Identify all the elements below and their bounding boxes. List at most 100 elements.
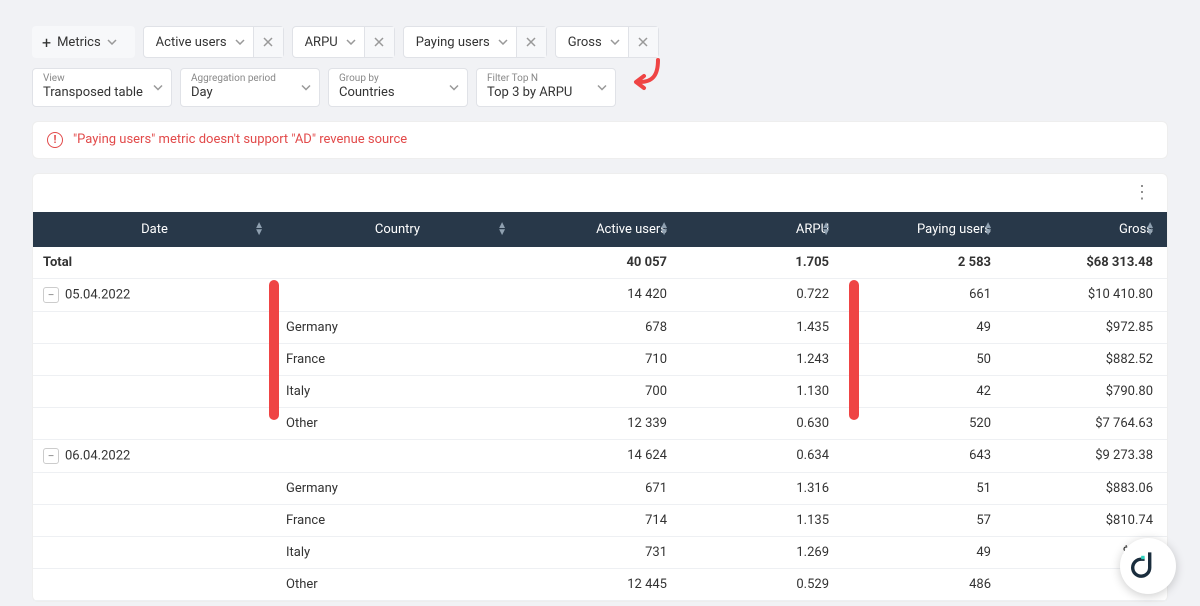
- table-row: Italy7311.26949$92…: [33, 536, 1167, 568]
- cell-gross: $10 410.80: [1005, 278, 1167, 311]
- table-row: Other12 3390.630520$7 764.63: [33, 407, 1167, 439]
- cell-paying-users: 49: [843, 536, 1005, 568]
- sort-icon: ▲▼: [497, 222, 507, 236]
- groupby-value: Countries: [339, 85, 457, 102]
- cell-gross: $7 764.63: [1005, 407, 1167, 439]
- chevron-down-icon: [498, 39, 516, 45]
- cell-arpu: 1.316: [681, 472, 843, 504]
- table-row: France7101.24350$882.52: [33, 343, 1167, 375]
- warning-banner: ! "Paying users" metric doesn't support …: [32, 121, 1168, 159]
- chevron-down-icon: [235, 39, 253, 45]
- table-header-row: Date▲▼ Country▲▼ Active users▲▼ ARPU▲▼ P…: [33, 212, 1167, 247]
- country-cell: Germany: [276, 311, 519, 343]
- sort-icon: ▲▼: [254, 222, 264, 236]
- cell-paying-users: 50: [843, 343, 1005, 375]
- cell-arpu: 1.130: [681, 375, 843, 407]
- metric-chip[interactable]: ARPU: [292, 26, 395, 58]
- country-cell: Italy: [276, 375, 519, 407]
- col-country[interactable]: Country▲▼: [276, 212, 519, 247]
- cell-paying-users: 643: [843, 439, 1005, 472]
- sort-icon: ▲▼: [1145, 222, 1155, 236]
- brand-logo[interactable]: [1120, 538, 1176, 594]
- country-cell: Other: [276, 568, 519, 600]
- aggregation-dropdown[interactable]: Aggregation period Day: [180, 68, 320, 107]
- remove-chip-button[interactable]: [516, 27, 546, 57]
- collapse-button[interactable]: −: [43, 287, 59, 303]
- cell-active-users: 671: [519, 472, 681, 504]
- chevron-down-icon: [107, 39, 125, 45]
- cell-paying-users: 661: [843, 278, 1005, 311]
- cell-active-users: 14 420: [519, 278, 681, 311]
- table-row: Germany6781.43549$972.85: [33, 311, 1167, 343]
- col-paying-users[interactable]: Paying users▲▼: [843, 212, 1005, 247]
- date-cell: −05.04.2022: [33, 278, 276, 311]
- filter-value: Top 3 by ARPU: [487, 85, 605, 102]
- chip-label: Paying users: [404, 35, 498, 50]
- kebab-menu-icon[interactable]: ⋮: [1133, 182, 1151, 203]
- view-value: Transposed table: [43, 85, 161, 102]
- remove-chip-button[interactable]: [628, 27, 658, 57]
- col-date[interactable]: Date▲▼: [33, 212, 276, 247]
- plus-icon: +: [42, 33, 51, 52]
- metric-chip[interactable]: Gross: [555, 26, 659, 58]
- filter-topn-dropdown[interactable]: Filter Top N Top 3 by ARPU: [476, 68, 616, 107]
- cell-paying-users: 51: [843, 472, 1005, 504]
- country-cell: Other: [276, 407, 519, 439]
- groupby-label: Group by: [339, 73, 457, 85]
- cell-paying-users: 57: [843, 504, 1005, 536]
- col-active-users[interactable]: Active users▲▼: [519, 212, 681, 247]
- country-cell: Germany: [276, 472, 519, 504]
- metric-chip[interactable]: Active users: [143, 26, 284, 58]
- filter-label: Filter Top N: [487, 73, 605, 85]
- table-row: −06.04.202214 6240.634643$9 273.38: [33, 439, 1167, 472]
- aggregation-label: Aggregation period: [191, 73, 309, 85]
- cell-gross: $972.85: [1005, 311, 1167, 343]
- cell-paying-users: 520: [843, 407, 1005, 439]
- table-row: Other12 4450.529486$6…: [33, 568, 1167, 600]
- cell-active-users: 12 339: [519, 407, 681, 439]
- remove-chip-button[interactable]: [364, 27, 394, 57]
- sort-icon: ▲▼: [983, 222, 993, 236]
- metric-chip[interactable]: Paying users: [403, 26, 547, 58]
- chip-label: Active users: [144, 35, 235, 50]
- col-gross[interactable]: Gross▲▼: [1005, 212, 1167, 247]
- sort-icon: ▲▼: [659, 222, 669, 236]
- chevron-down-icon: [610, 39, 628, 45]
- controls-row: View Transposed table Aggregation period…: [0, 68, 1200, 121]
- cell-gross: $810.74: [1005, 504, 1167, 536]
- total-gross: $68 313.48: [1005, 247, 1167, 279]
- chevron-down-icon: [346, 39, 364, 45]
- country-cell: France: [276, 343, 519, 375]
- table-row: France7141.13557$810.74: [33, 504, 1167, 536]
- cell-active-users: 710: [519, 343, 681, 375]
- table-row: Germany6711.31651$883.06: [33, 472, 1167, 504]
- chevron-down-icon: [301, 80, 311, 95]
- groupby-dropdown[interactable]: Group by Countries: [328, 68, 468, 107]
- view-dropdown[interactable]: View Transposed table: [32, 68, 172, 107]
- chevron-down-icon: [153, 80, 163, 95]
- logo-icon: [1131, 549, 1165, 583]
- collapse-button[interactable]: −: [43, 448, 59, 464]
- col-arpu[interactable]: ARPU▲▼: [681, 212, 843, 247]
- remove-chip-button[interactable]: [253, 27, 283, 57]
- cell-gross: $9 273.38: [1005, 439, 1167, 472]
- table-row: −05.04.2022 14 4200.722661$10 410.80: [33, 278, 1167, 311]
- cell-active-users: 731: [519, 536, 681, 568]
- warning-text: "Paying users" metric doesn't support "A…: [73, 132, 407, 147]
- cell-arpu: 0.722: [681, 278, 843, 311]
- total-label: Total: [33, 247, 276, 279]
- view-label: View: [43, 73, 161, 85]
- country-cell: Italy: [276, 536, 519, 568]
- cell-arpu: 1.435: [681, 311, 843, 343]
- cell-paying-users: 42: [843, 375, 1005, 407]
- cell-gross: $790.80: [1005, 375, 1167, 407]
- cell-active-users: 714: [519, 504, 681, 536]
- add-metrics-button[interactable]: + Metrics: [32, 26, 135, 58]
- cell-paying-users: 486: [843, 568, 1005, 600]
- cell-arpu: 0.634: [681, 439, 843, 472]
- warning-icon: !: [47, 132, 63, 148]
- cell-arpu: 0.529: [681, 568, 843, 600]
- cell-arpu: 1.269: [681, 536, 843, 568]
- total-paying-users: 2 583: [843, 247, 1005, 279]
- country-cell: France: [276, 504, 519, 536]
